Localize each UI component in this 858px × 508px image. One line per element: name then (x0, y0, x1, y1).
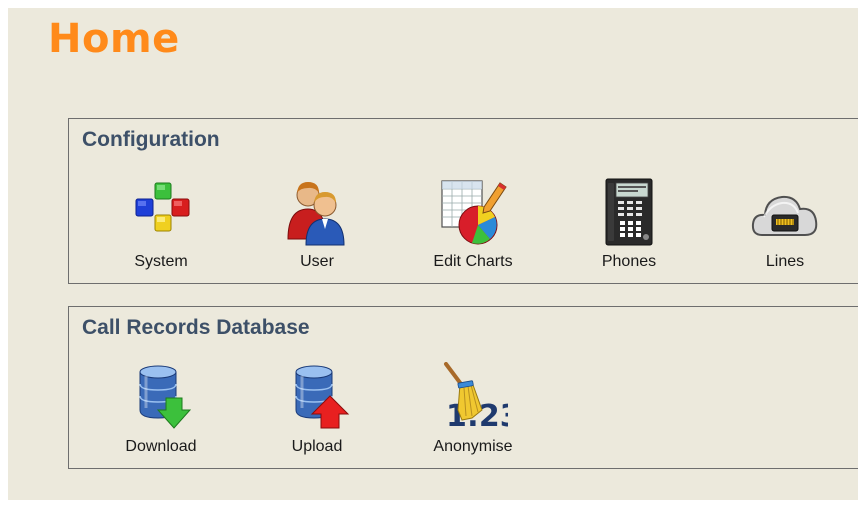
phones-label: Phones (601, 253, 657, 270)
edit-charts-label: Edit Charts (433, 253, 513, 270)
desk-phone-icon (605, 178, 653, 246)
database-upload-icon (295, 365, 350, 429)
home-page: Home Configuration System User Edit Char… (8, 8, 858, 500)
configuration-section: Configuration System User Edit Charts Ph… (68, 118, 858, 284)
call-records-section-title: Call Records Database (82, 316, 310, 339)
page-title: Home (48, 16, 180, 62)
anonymise-label: Anonymise (433, 438, 513, 455)
call-records-section: Call Records Database Download Upload 1 … (68, 306, 858, 469)
upload-label: Upload (291, 438, 343, 455)
database-download-icon (139, 365, 192, 429)
configuration-section-title: Configuration (82, 128, 220, 151)
system-label: System (134, 253, 188, 270)
cloud-network-icon (751, 195, 818, 236)
user-label: User (300, 253, 334, 270)
edit-chart-icon (441, 180, 507, 245)
download-label: Download (125, 438, 197, 455)
users-icon (287, 182, 345, 246)
colored-cubes-icon (135, 182, 190, 232)
lines-label: Lines (765, 253, 805, 270)
broom-numbers-icon: 1:23 (444, 362, 508, 432)
